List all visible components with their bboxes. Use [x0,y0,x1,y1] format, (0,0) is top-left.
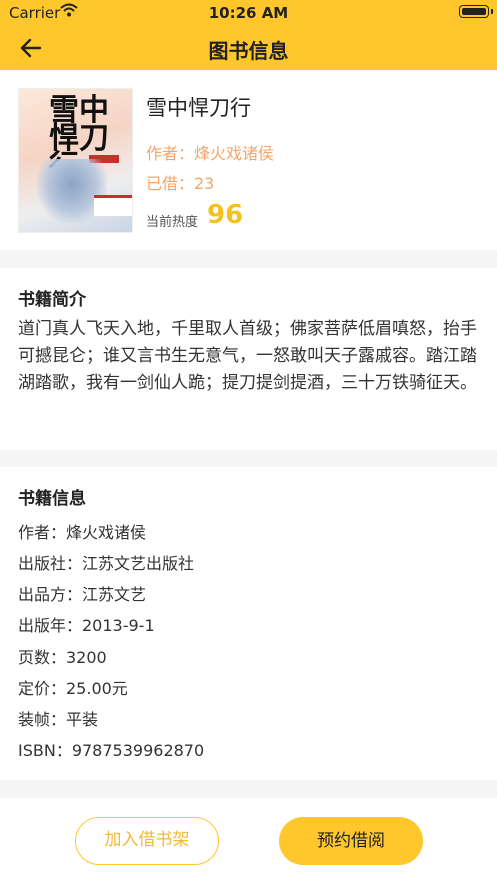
reserve-borrow-button[interactable]: 预约借阅 [279,817,423,865]
cover-banner [94,195,132,216]
info-publisher: 出版社：江苏文艺出版社 [18,554,195,573]
page-title: 图书信息 [208,39,289,63]
book-info-card: 书籍信息 作者：烽火戏诸侯 出版社：江苏文艺出版社 出品方：江苏文艺 出版年：2… [0,467,497,780]
bottom-action-bar: 加入借书架 预约借阅 [0,798,497,883]
info-binding: 装帧：平装 [18,710,99,729]
book-cover-image: 雪中悍刀行 [18,88,133,233]
status-bar: Carrier 10:26 AM [0,0,497,26]
info-producer: 出品方：江苏文艺 [18,585,147,604]
info-pages: 页数：3200 [18,648,107,667]
battery-tip [491,9,493,14]
info-author: 作者：烽火戏诸侯 [18,523,147,542]
book-title: 雪中悍刀行 [146,96,251,120]
info-price: 定价：25.00元 [18,679,128,698]
info-isbn: ISBN：9787539962870 [18,741,205,760]
status-time: 10:26 AM [208,4,289,22]
info-publish-year: 出版年：2013-9-1 [18,616,155,635]
header-bar: Carrier 10:26 AM 图书信息 [0,0,497,70]
add-to-shelf-button[interactable]: 加入借书架 [75,817,219,865]
intro-text: 道门真人飞天入地，千里取人首级；佛家菩萨低眉嗔怒，抬手可撼昆仑；谁又言书生无意气… [18,319,477,393]
intro-heading: 书籍简介 [18,290,86,310]
heat-label: 当前热度 [146,215,199,230]
borrowed-count: 已借：23 [146,174,215,193]
battery-icon [459,5,489,18]
book-intro-card: 书籍简介 道门真人飞天入地，千里取人首级；佛家菩萨低眉嗔怒，抬手可撼昆仑；谁又言… [0,268,497,450]
info-heading: 书籍信息 [18,489,86,509]
heat-value: 96 [207,200,244,230]
book-author: 作者：烽火戏诸侯 [146,144,275,163]
navigation-bar: 图书信息 [0,26,497,70]
book-summary-card: 雪中悍刀行 雪中悍刀行 作者：烽火戏诸侯 已借：23 当前热度 96 [0,70,497,250]
